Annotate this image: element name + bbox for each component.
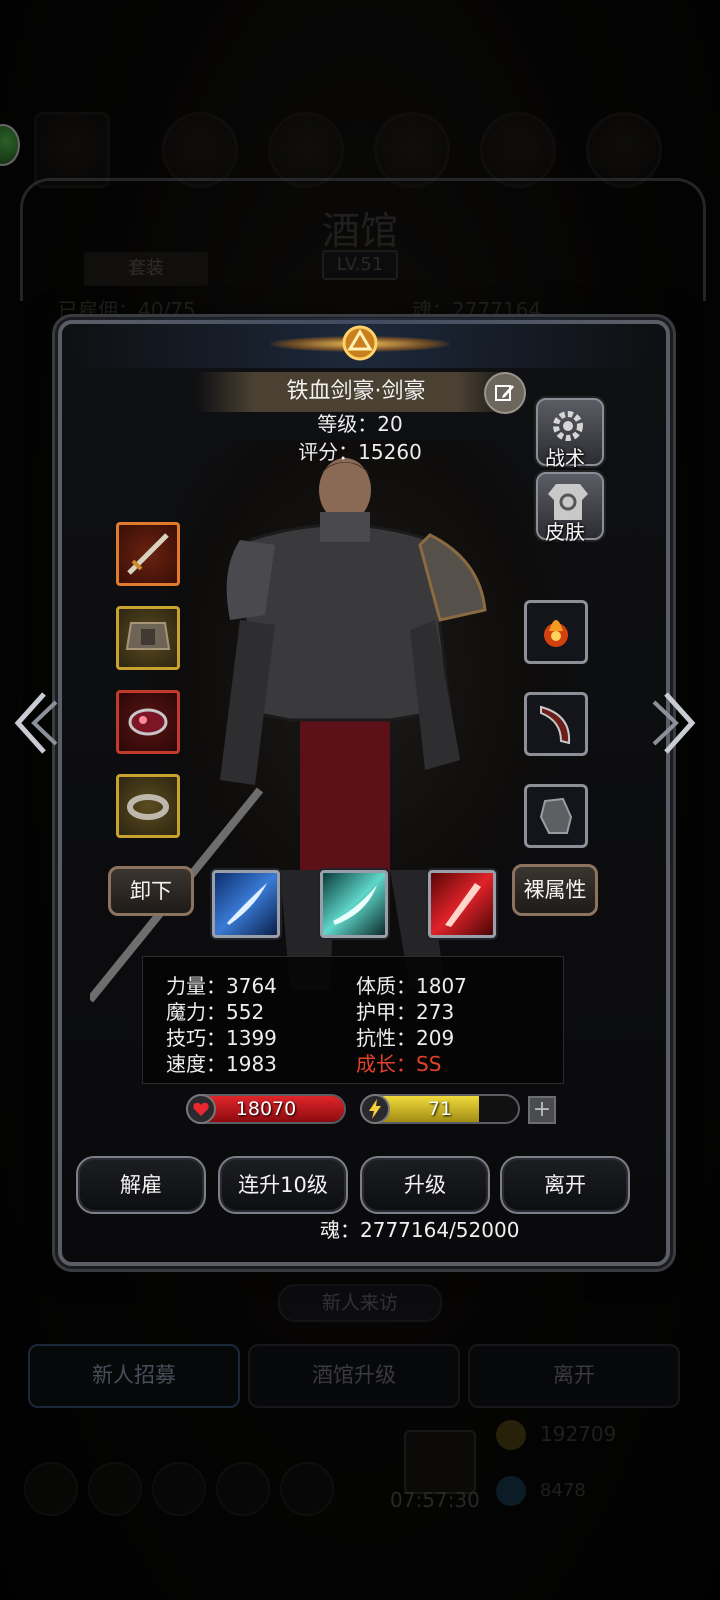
skill-slot-1[interactable] (212, 870, 280, 938)
unequip-button[interactable]: 卸下 (108, 866, 194, 916)
tactics-label: 战术 (545, 446, 585, 470)
hero-name: 铁血剑豪·剑豪 (196, 372, 516, 412)
equip-slot-relic[interactable] (524, 600, 588, 664)
soul-cost: 魂：2777164/52000 (320, 1218, 520, 1242)
equip-slot-ring[interactable] (116, 774, 180, 838)
hero-level: 等级：20 (317, 412, 403, 436)
lightning-icon (360, 1094, 390, 1124)
skill-slot-3[interactable] (428, 870, 496, 938)
wind-slash-icon (333, 885, 377, 925)
attr-growth: 成长：SS (356, 1052, 442, 1076)
attr-armor: 护甲：273 (356, 1000, 455, 1024)
leave-button[interactable]: 离开 (500, 1156, 630, 1214)
armor-piece-icon (125, 622, 171, 650)
horn-icon (540, 705, 571, 745)
attr-speed: 速度：1983 (166, 1052, 277, 1076)
add-energy-button[interactable]: + (528, 1096, 556, 1124)
skill-slot-2[interactable] (320, 870, 388, 938)
base-attributes-button[interactable]: 裸属性 (512, 864, 598, 916)
blood-slash-icon (445, 883, 481, 927)
sword-icon (127, 533, 169, 575)
red-gem-icon (128, 708, 168, 736)
attr-resistance: 抗性：209 (356, 1026, 455, 1050)
attr-constitution: 体质：1807 (356, 974, 467, 998)
attr-skill: 技巧：1399 (166, 1026, 277, 1050)
heart-icon (186, 1094, 216, 1124)
attr-strength: 力量：3764 (166, 974, 277, 998)
equip-slot-horn[interactable] (524, 692, 588, 756)
equip-slot-weapon[interactable] (116, 522, 180, 586)
gauntlet-icon (539, 797, 573, 834)
panel-ornament-top (20, 178, 706, 301)
sun-emblem-icon (342, 325, 378, 361)
level-up-button[interactable]: 升级 (360, 1156, 490, 1214)
attr-magic: 魔力：552 (166, 1000, 265, 1024)
ice-slash-icon (227, 883, 267, 925)
hero-score: 评分：15260 (298, 440, 422, 464)
equip-slot-accessory[interactable] (116, 690, 180, 754)
fire-orb-icon (544, 620, 568, 647)
edit-icon (495, 385, 514, 401)
ring-icon (127, 794, 169, 820)
equip-slot-armor[interactable] (116, 606, 180, 670)
next-hero-arrow-icon[interactable] (650, 688, 700, 758)
equip-slot-gauntlet[interactable] (524, 784, 588, 848)
skin-label: 皮肤 (545, 520, 585, 544)
dismiss-button[interactable]: 解雇 (76, 1156, 206, 1214)
prev-hero-arrow-icon[interactable] (10, 688, 60, 758)
level-up-10-button[interactable]: 连升10级 (218, 1156, 348, 1214)
